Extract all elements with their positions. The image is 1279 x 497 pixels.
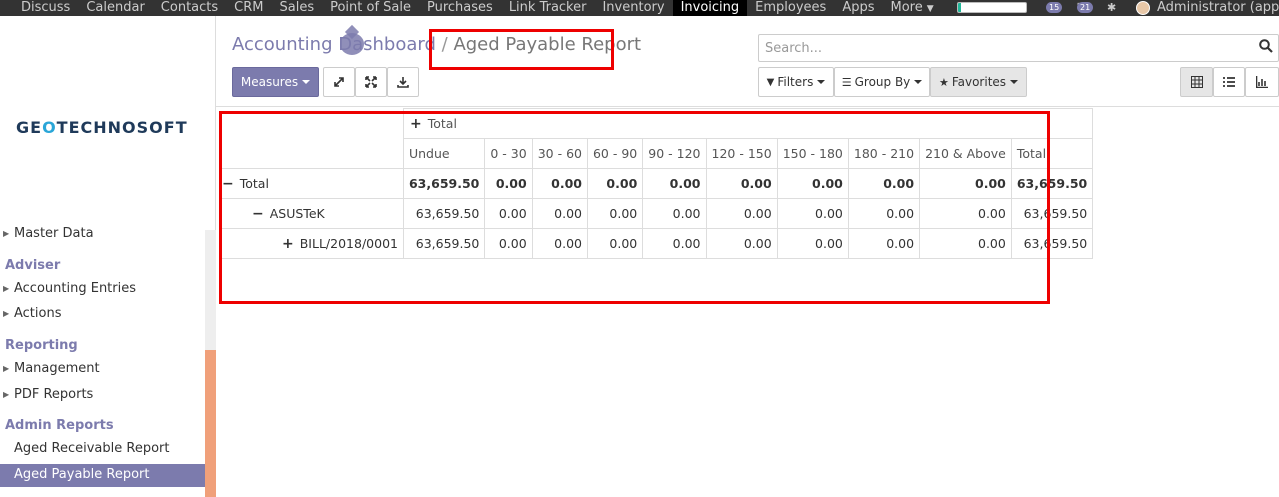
menu-more[interactable]: More ▼ [883,0,942,16]
logo-text-start: GE [16,118,43,137]
chevron-down-icon [914,80,923,84]
menu-discuss[interactable]: Discuss [0,0,78,16]
sidebar-item-label: Accounting Entries [14,281,137,296]
sidebar-item-management[interactable]: ▶ Management [0,358,205,380]
caret-right-icon: ▶ [3,309,10,318]
menu-sales[interactable]: Sales [271,0,322,16]
list-view-button[interactable] [1213,67,1245,97]
bar-chart-icon [1256,76,1268,88]
avatar[interactable] [1136,1,1150,15]
graph-view-button[interactable] [1245,67,1279,97]
caret-right-icon: ▶ [3,390,10,399]
sidebar-item-pdf-reports[interactable]: ▶ PDF Reports [0,384,205,406]
progress-fill [958,3,961,12]
menu-employees[interactable]: Employees [747,0,834,16]
group-by-button[interactable]: ☰ Group By [834,67,930,97]
flip-axis-button[interactable] [323,67,355,97]
sidebar-item-accounting-entries[interactable]: ▶ Accounting Entries [0,278,205,300]
sidebar-item-label: PDF Reports [14,387,94,402]
cursor-drop-icon [340,24,364,55]
breadcrumb-parent[interactable]: Accounting Dashboard [232,34,436,55]
sidebar: GEOTECHNOSOFT ▶ Master Data Adviser ▶ Acco… [0,16,216,497]
caret-right-icon: ▶ [3,364,10,373]
bars-icon: ☰ [841,75,852,89]
scrollbar-thumb[interactable] [205,350,216,497]
onboarding-progress-bar[interactable] [957,2,1027,13]
favorites-button[interactable]: ★ Favorites [930,67,1027,97]
message-count-badge: 21 [1077,2,1094,13]
menu-apps[interactable]: Apps [834,0,882,16]
expand-icon [365,76,377,88]
pivot-view-button[interactable] [1180,67,1213,97]
expand-all-button[interactable] [355,67,387,97]
chevron-down-icon [302,80,311,84]
sidebar-header-admin-reports: Admin Reports [5,418,114,433]
search-icon[interactable] [1259,39,1273,53]
logo-o: O [42,118,57,137]
menu-crm[interactable]: CRM [226,0,271,16]
menu-purchases[interactable]: Purchases [419,0,501,16]
list-icon [1223,77,1235,87]
sidebar-scrollbar[interactable] [205,230,216,497]
flip-axis-icon [334,77,344,87]
chevron-down-icon [1010,80,1019,84]
caret-right-icon: ▶ [3,284,10,293]
group-by-label: Group By [854,75,911,89]
sidebar-item-label: Actions [14,306,62,321]
filters-button[interactable]: ▼ Filters [758,67,834,97]
menu-more-label: More [890,0,923,15]
sidebar-item-actions[interactable]: ▶ Actions [0,303,205,325]
menu-invoicing[interactable]: Invoicing [672,0,748,16]
sidebar-item-label: Master Data [14,226,94,241]
filters-label: Filters [777,75,814,89]
menu-calendar[interactable]: Calendar [78,0,152,16]
caret-right-icon: ▶ [3,229,10,238]
table-icon [1190,76,1203,88]
title-highlight-box [429,29,614,70]
user-menu[interactable]: Administrator (apps1 [1157,0,1279,16]
sidebar-item-master-data[interactable]: ▶ Master Data [0,223,205,245]
bug-icon[interactable]: ✱ [1107,1,1116,14]
menu-link-tracker[interactable]: Link Tracker [501,0,595,16]
menu-point-of-sale[interactable]: Point of Sale [322,0,419,16]
menu-inventory[interactable]: Inventory [594,0,672,16]
sidebar-item-aged-payable[interactable]: Aged Payable Report [0,464,205,487]
measures-label: Measures [240,75,299,89]
measures-button[interactable]: Measures [232,67,319,97]
activity-count-badge: 15 [1046,2,1063,13]
download-icon [397,77,409,88]
chevron-down-icon [817,80,826,84]
chevron-down-icon: ▼ [926,4,934,14]
filter-icon: ▼ [766,76,775,88]
search-box [758,34,1279,62]
sidebar-header-adviser: Adviser [5,258,61,273]
search-input[interactable] [759,35,1239,61]
favorites-label: Favorites [951,75,1007,89]
menu-contacts[interactable]: Contacts [153,0,226,16]
sidebar-item-label: Management [14,361,100,376]
sidebar-item-aged-receivable[interactable]: Aged Receivable Report [0,438,205,460]
logo-text-end: TECHNOSOFT [56,118,188,137]
download-button[interactable] [387,67,419,97]
star-icon: ★ [938,75,949,89]
sidebar-header-reporting: Reporting [5,338,78,353]
company-logo: GEOTECHNOSOFT [16,118,188,137]
control-panel-divider [216,106,1279,107]
table-highlight-box [219,111,1050,304]
